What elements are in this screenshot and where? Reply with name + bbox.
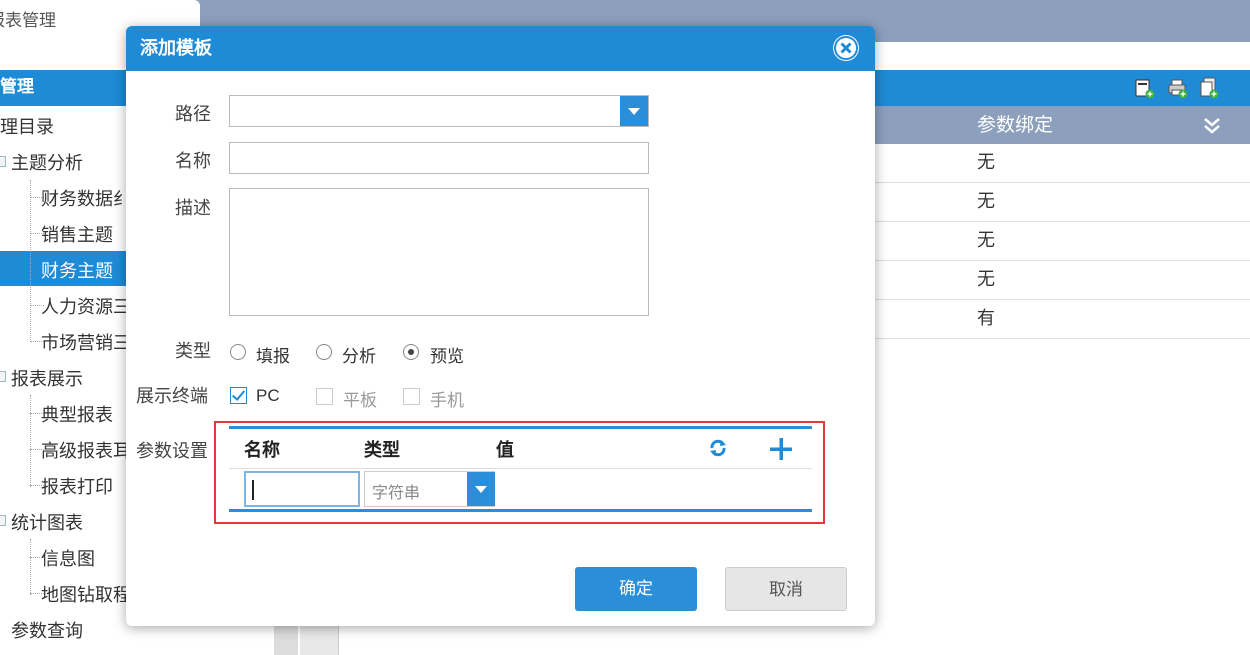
- param-table-divider: [229, 468, 812, 469]
- right-panel-header: [875, 70, 1250, 106]
- tree-connector: [30, 180, 31, 342]
- param-table-bottom-border: [229, 509, 812, 512]
- type-option-analysis[interactable]: 分析: [342, 342, 376, 367]
- description-field[interactable]: [229, 188, 649, 316]
- collapse-icon[interactable]: [1203, 116, 1221, 134]
- dialog-title: 添加模板: [140, 38, 212, 59]
- terminal-checkbox-pc[interactable]: [230, 387, 247, 404]
- table-row: 有: [875, 300, 1250, 339]
- tree-item-param-query[interactable]: 参数查询: [11, 617, 83, 643]
- tree-item-statistics-chart[interactable]: 统计图表: [11, 509, 83, 535]
- param-settings-label: 参数设置: [136, 441, 208, 462]
- type-radio-preview[interactable]: [403, 344, 419, 360]
- name-field[interactable]: [229, 142, 649, 174]
- type-label: 类型: [175, 341, 211, 362]
- type-radio-analysis[interactable]: [316, 344, 332, 360]
- tree-expand-icon[interactable]: [0, 515, 6, 526]
- tree-item-hr[interactable]: 人力资源三: [41, 293, 131, 319]
- tree-item-finance-data[interactable]: 财务数据纟: [41, 185, 131, 211]
- terminal-option-pc[interactable]: PC: [256, 386, 280, 406]
- tree-item-report-display[interactable]: 报表展示: [11, 365, 83, 391]
- path-dropdown-button[interactable]: [620, 96, 648, 126]
- confirm-button[interactable]: 确定: [575, 567, 697, 611]
- terminal-label: 展示终端: [136, 386, 208, 407]
- add-report-icon[interactable]: [1135, 77, 1155, 99]
- add-template-dialog: 添加模板 路径 名称 描述 类型 填报 分析 预览 展示终端 PC 平板 手机 …: [126, 26, 875, 626]
- tree-expand-icon[interactable]: [0, 156, 6, 167]
- tree-item-typical-report[interactable]: 典型报表: [41, 401, 113, 427]
- table-row: 无: [875, 183, 1250, 222]
- cancel-button[interactable]: 取消: [725, 567, 847, 611]
- column-header-param-binding[interactable]: 参数绑定: [875, 106, 1250, 144]
- param-type-dropdown-button[interactable]: [467, 472, 495, 506]
- terminal-checkbox-tablet[interactable]: [316, 388, 333, 405]
- tab-label: 报表管理: [0, 11, 56, 31]
- param-header-name: 名称: [244, 440, 280, 461]
- tree-connector: [30, 395, 31, 487]
- param-name-input[interactable]: [244, 471, 360, 507]
- dialog-title-bar: 添加模板: [126, 26, 875, 71]
- param-table-top-border: [229, 426, 812, 429]
- tree-item-finance-topic[interactable]: 财务主题: [41, 257, 113, 283]
- name-label: 名称: [175, 151, 211, 172]
- path-select[interactable]: [229, 95, 649, 127]
- terminal-option-tablet[interactable]: 平板: [343, 386, 377, 411]
- tree-item-map-drill[interactable]: 地图钻取程: [41, 581, 131, 607]
- tree-item-report-print[interactable]: 报表打印: [41, 473, 113, 499]
- type-radio-fill[interactable]: [230, 344, 246, 360]
- tree-item-infographic[interactable]: 信息图: [41, 545, 95, 571]
- param-header-type: 类型: [364, 440, 400, 461]
- table-row: 无: [875, 144, 1250, 183]
- tree-item-directory[interactable]: 理目录: [0, 113, 54, 139]
- text-caret: [252, 480, 254, 500]
- table-row: 无: [875, 222, 1250, 261]
- type-option-fill[interactable]: 填报: [256, 342, 290, 367]
- table-row: 无: [875, 261, 1250, 300]
- print-add-icon[interactable]: [1168, 77, 1188, 99]
- tree-item-topic-analysis[interactable]: 主题分析: [11, 149, 83, 175]
- tree-item-advanced-report[interactable]: 高级报表耳: [41, 437, 131, 463]
- param-header-value: 值: [496, 440, 514, 461]
- type-option-preview[interactable]: 预览: [430, 342, 464, 367]
- tree-expand-icon[interactable]: [0, 371, 6, 382]
- tree-item-marketing[interactable]: 市场营销三: [41, 329, 131, 355]
- refresh-icon[interactable]: [708, 438, 728, 458]
- add-param-icon[interactable]: [769, 437, 793, 461]
- description-label: 描述: [175, 198, 211, 219]
- tree-item-sales-topic[interactable]: 销售主题: [41, 221, 113, 247]
- param-type-value: 字符串: [372, 483, 421, 502]
- close-icon: [834, 36, 858, 60]
- close-button[interactable]: [833, 35, 859, 61]
- copy-add-icon[interactable]: [1199, 77, 1219, 99]
- path-label: 路径: [175, 104, 211, 125]
- tree-connector: [30, 539, 31, 595]
- terminal-option-phone[interactable]: 手机: [430, 386, 464, 411]
- terminal-checkbox-phone[interactable]: [403, 388, 420, 405]
